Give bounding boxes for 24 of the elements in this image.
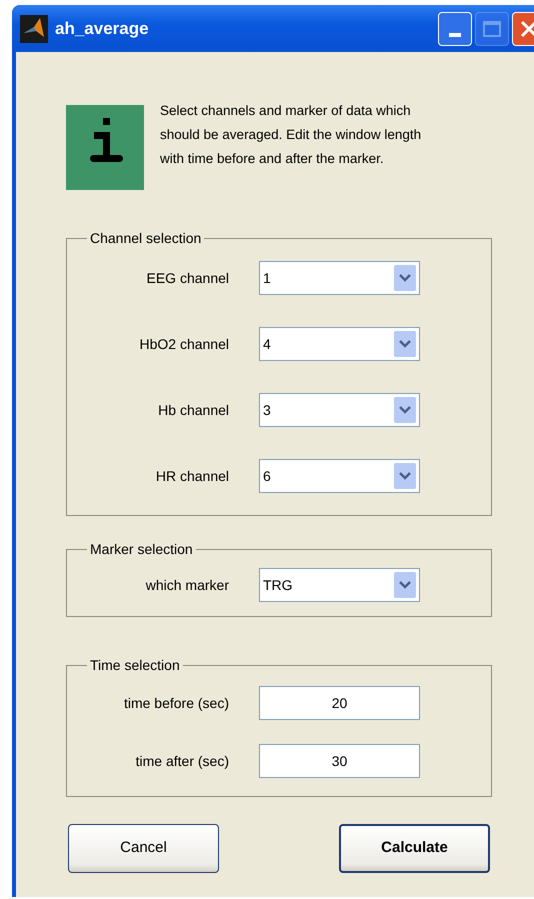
- minimize-button[interactable]: [438, 12, 472, 46]
- maximize-icon: [483, 20, 501, 36]
- field-label: time before (sec): [124, 694, 229, 713]
- dropdown[interactable]: 6: [259, 459, 420, 493]
- info-text: Select channels and marker of data which should be averaged. Edit the window length with time before and after the marker.: [160, 102, 422, 168]
- app-logo-icon: [20, 14, 48, 42]
- dropdown[interactable]: 4: [259, 327, 420, 361]
- field-label: time after (sec): [136, 752, 229, 771]
- window-title: ah_average: [55, 18, 149, 40]
- dropdown[interactable]: 3: [259, 393, 420, 427]
- field-label: HR channel: [156, 466, 229, 486]
- field-label: HbO2 channel: [139, 334, 229, 354]
- info-icon: [66, 105, 144, 190]
- field-label: Hb channel: [158, 400, 229, 420]
- input-field[interactable]: 30: [259, 744, 420, 778]
- dialog-button[interactable]: Cancel: [68, 824, 219, 873]
- input-field[interactable]: 20: [259, 686, 420, 720]
- default-button[interactable]: Calculate: [339, 824, 490, 873]
- close-icon: [520, 20, 534, 38]
- dropdown[interactable]: TRG: [259, 568, 420, 602]
- dropdown[interactable]: 1: [259, 261, 420, 295]
- field-label: which marker: [146, 576, 229, 594]
- minimize-icon: [449, 32, 461, 36]
- field-label: EEG channel: [146, 268, 229, 288]
